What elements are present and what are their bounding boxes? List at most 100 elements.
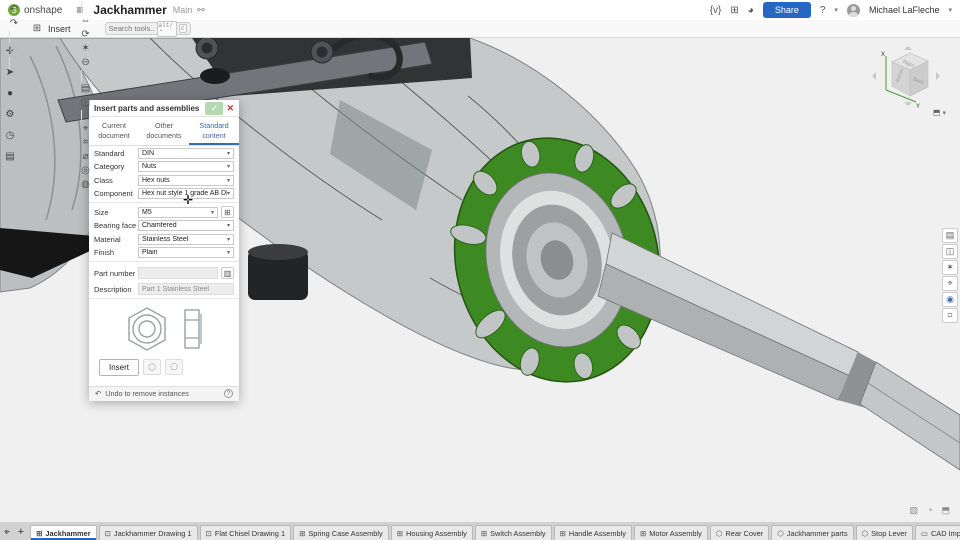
class-select[interactable]: Hex nuts▾ — [138, 175, 234, 186]
link-icon[interactable]: ⚯ — [197, 5, 205, 16]
dialog-tab[interactable]: Standard content — [189, 117, 239, 145]
avatar[interactable] — [847, 4, 860, 17]
versions-icon[interactable]: {v} — [710, 5, 722, 16]
document-tab[interactable]: ⊞Jackhammer — [30, 525, 97, 540]
strip-icon[interactable]: ⚙ — [2, 107, 18, 121]
field-label: Description — [94, 285, 138, 294]
bearing-face-select[interactable]: Chamfered▾ — [138, 220, 234, 231]
toolbar-icon[interactable]: ✶ — [78, 42, 94, 56]
user-caret-icon[interactable]: ▾ — [948, 6, 952, 14]
apps-grid-icon[interactable]: ⊞ — [730, 5, 738, 16]
document-tab[interactable]: ⊞Motor Assembly — [634, 525, 708, 540]
document-tab[interactable]: ⬡Jackhammer parts — [771, 525, 853, 540]
document-tab[interactable]: ⊡Jackhammer Drawing 1 — [99, 525, 198, 540]
tab-type-icon: ⊞ — [299, 529, 305, 538]
view-tool-icon[interactable]: ⌗ — [942, 308, 958, 323]
toolbar-icon[interactable] — [81, 110, 82, 122]
toolbar-icon[interactable]: ↷ — [6, 17, 22, 31]
insert-nut-stack-option-icon[interactable]: ⎔ — [165, 359, 183, 375]
document-tab[interactable]: ⊞Housing Assembly — [391, 525, 473, 540]
chevron-down-icon: ▾ — [227, 177, 230, 184]
document-tab[interactable]: ⊞Switch Assembly — [475, 525, 552, 540]
view-tool-icon[interactable]: ◫ — [942, 244, 958, 259]
toolbar-main-group: ◷⚇⧉∞✛▦⧈⁘⇔⟳✶⊖▤◫⌖⌗⌀◎◍ — [78, 0, 94, 192]
field-label: Part number — [94, 269, 138, 278]
tab-type-icon: ⊡ — [105, 529, 111, 538]
standard-row: Standard DIN▾ — [89, 146, 239, 160]
toolbar-icon[interactable]: ▤ — [78, 82, 94, 96]
graphics-area[interactable]: ✛➤●⚙◷▤ ▤◫✶⌖◉⌗ X Y Right Bottom — [0, 38, 960, 522]
view-tool-icon[interactable]: ▤ — [942, 228, 958, 243]
insert-tool-button[interactable]: ⊞ Insert — [25, 22, 75, 36]
tab-type-icon: ⊞ — [481, 529, 487, 538]
dialog-title: Insert parts and assemblies — [94, 104, 205, 113]
field-label: Material — [94, 235, 138, 244]
toolbar-icon[interactable] — [81, 70, 82, 82]
tab-type-icon: ⬡ — [716, 529, 723, 538]
axis-x-label: X — [881, 52, 885, 58]
category-select[interactable]: Nuts▾ — [138, 161, 234, 172]
search-tools-box[interactable]: alt/⌃ c — [105, 22, 191, 35]
toolbar-icon[interactable]: ◫ — [78, 96, 94, 110]
notifications-icon[interactable]: ◕ — [748, 5, 754, 16]
toolbar-icon[interactable]: ⟳ — [78, 28, 94, 42]
canvas-status-icons: ▧ ◔ ⬒ — [910, 505, 950, 516]
toolbar-icon[interactable]: ◎ — [78, 164, 94, 178]
document-tab[interactable]: ▭CAD Imports — [915, 525, 960, 540]
document-tab[interactable]: ⊞Handle Assembly — [554, 525, 632, 540]
strip-icon[interactable]: ▤ — [2, 149, 18, 163]
view-cube[interactable]: X Y Right Bottom Back — [870, 46, 942, 115]
document-tab[interactable]: ⬡Rear Cover — [710, 525, 769, 540]
view-tool-icon[interactable]: ◉ — [942, 292, 958, 307]
help-icon[interactable]: ? — [224, 389, 233, 398]
standard-select[interactable]: DIN▾ — [138, 148, 234, 159]
insert-nut-option-icon[interactable]: ⬡ — [143, 359, 161, 375]
branch-name[interactable]: Main — [173, 5, 193, 15]
help-caret-icon[interactable]: ▾ — [834, 6, 838, 14]
toolbar-icon[interactable]: ⊖ — [78, 56, 94, 70]
view-cube-menu[interactable]: ⬒▾ — [933, 108, 946, 117]
toolbar-icon[interactable]: ◍ — [78, 178, 94, 192]
toolbar-icon[interactable] — [9, 31, 10, 43]
close-button[interactable]: ✕ — [226, 103, 234, 114]
share-button[interactable]: Share — [763, 2, 811, 18]
add-tab-button[interactable]: + — [18, 526, 24, 538]
status-icon[interactable]: ⬒ — [941, 505, 950, 516]
toolbar-icon[interactable]: ⌗ — [78, 136, 94, 150]
accept-button[interactable]: ✓ — [205, 102, 223, 115]
nut-front-view — [124, 306, 170, 352]
view-tool-icon[interactable]: ⌖ — [942, 276, 958, 291]
dialog-tab[interactable]: Other documents — [139, 117, 189, 145]
toolbar-icon[interactable]: ⇔ — [78, 14, 94, 28]
part-number-input[interactable] — [138, 267, 218, 279]
help-icon[interactable]: ? — [820, 5, 826, 16]
cube-icon: ⬒ — [933, 108, 941, 117]
tab-manager-icon[interactable]: ⌖ — [4, 527, 10, 538]
description-input[interactable]: Part 1 Stainless Steel — [138, 283, 234, 295]
toolbar-icon[interactable]: ⌀ — [78, 150, 94, 164]
size-select[interactable]: M5▾ — [138, 207, 218, 218]
field-label: Bearing face — [94, 221, 138, 230]
document-tab[interactable]: ⊞Spring Case Assembly — [293, 525, 389, 540]
toolbar-icon[interactable]: ⌖ — [78, 122, 94, 136]
view-tool-icon[interactable]: ✶ — [942, 260, 958, 275]
toolbar-icon[interactable] — [81, 2, 82, 14]
finish-select[interactable]: Plain▾ — [138, 247, 234, 258]
size-table-button[interactable]: ⊞ — [221, 206, 234, 218]
toolbar-icon[interactable]: ↶ — [6, 3, 22, 17]
status-icon[interactable]: ▧ — [910, 505, 919, 516]
toolbar-icon[interactable] — [9, 57, 10, 69]
dialog-tab[interactable]: Current document — [89, 117, 139, 145]
toolbar-icon[interactable]: ◍ — [6, 43, 22, 57]
strip-icon[interactable]: ● — [2, 86, 18, 100]
insert-part-button[interactable]: Insert — [99, 359, 139, 376]
document-tab[interactable]: ⊡Flat Chisel Drawing 1 — [200, 525, 292, 540]
user-name[interactable]: Michael LaFleche — [869, 5, 940, 15]
class-row: Class Hex nuts▾ — [89, 173, 239, 187]
document-tab[interactable]: ⬡Stop Lever — [856, 525, 913, 540]
status-icon[interactable]: ◔ — [927, 505, 932, 516]
strip-icon[interactable]: ◷ — [2, 128, 18, 142]
search-tools-input[interactable] — [109, 24, 155, 33]
material-select[interactable]: Stainless Steel▾ — [138, 234, 234, 245]
generate-part-number-button[interactable]: ▥ — [221, 267, 234, 279]
